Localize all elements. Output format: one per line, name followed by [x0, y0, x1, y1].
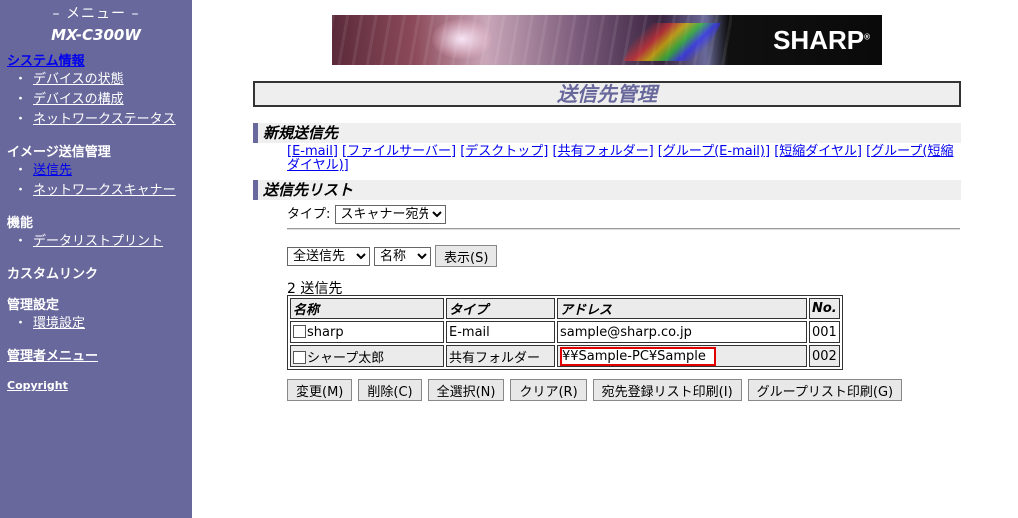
highlighted-address: ¥¥Sample-PC¥Sample: [560, 346, 716, 366]
section-heading-new-destination: 新規送信先: [253, 123, 961, 143]
select-all-button[interactable]: 全選択(N): [427, 379, 505, 401]
sidebar-link-copyright[interactable]: Copyright: [7, 379, 192, 392]
sidebar-item-device-status: ・デバイスの状態: [7, 70, 192, 90]
filter-select[interactable]: 全送信先: [287, 246, 370, 266]
row-checkbox[interactable]: [293, 350, 306, 364]
print-address-list-button[interactable]: 宛先登録リスト印刷(I): [592, 379, 742, 401]
divider: [287, 228, 960, 230]
table-row: シャープ太郎 共有フォルダー ¥¥Sample-PC¥Sample 002: [290, 345, 840, 367]
banner-flare: [432, 19, 492, 59]
column-header-address: アドレス: [557, 298, 807, 319]
sidebar-heading-custom-link: カスタムリンク: [7, 267, 99, 282]
sidebar-section-image-send: イメージ送信管理 ・送信先 ・ネットワークスキャナー: [0, 144, 192, 201]
sidebar-item-network-scanner: ・ネットワークスキャナー: [7, 181, 192, 201]
destination-table: 名称 タイプ アドレス No. sharp E-mail sample@shar…: [287, 295, 843, 370]
sidebar-item-environment: ・環境設定: [7, 314, 192, 334]
column-header-type: タイプ: [446, 298, 555, 319]
sidebar-link-device-status[interactable]: デバイスの状態: [33, 72, 124, 87]
sort-select[interactable]: 名称: [374, 246, 431, 266]
sidebar-item-data-list-print: ・データリストプリント: [7, 232, 192, 252]
table-header-row: 名称 タイプ アドレス No.: [290, 298, 840, 319]
sidebar-heading-image-send: イメージ送信管理: [7, 145, 111, 160]
table-row: sharp E-mail sample@sharp.co.jp 001: [290, 321, 840, 343]
sidebar: – メニュー – MX-C300W システム情報 ・デバイスの状態 ・デバイスの…: [0, 0, 192, 518]
sidebar-link-data-list-print[interactable]: データリストプリント: [33, 234, 163, 249]
sidebar-link-admin-menu[interactable]: 管理者メニュー: [7, 348, 192, 365]
show-button[interactable]: 表示(S): [435, 245, 498, 267]
change-button[interactable]: 変更(M): [287, 379, 353, 401]
sidebar-section-custom-link: カスタムリンク: [0, 266, 192, 283]
sidebar-link-device-config[interactable]: デバイスの構成: [33, 92, 124, 107]
sidebar-section-admin-menu: 管理者メニュー: [0, 348, 192, 365]
cell-type: E-mail: [446, 321, 555, 343]
brand-logo: SHARP®: [773, 25, 870, 56]
link-new-email[interactable]: [E-mail]: [287, 144, 338, 159]
link-new-group-email[interactable]: [グループ(E-mail)]: [658, 144, 770, 159]
sidebar-link-environment[interactable]: 環境設定: [33, 316, 85, 331]
row-name: sharp: [307, 324, 344, 340]
row-checkbox[interactable]: [293, 324, 306, 338]
registered-mark-icon: ®: [864, 32, 870, 42]
model-name: MX-C300W: [51, 26, 141, 44]
delete-button[interactable]: 削除(C): [358, 379, 422, 401]
cell-address: sample@sharp.co.jp: [557, 321, 807, 343]
page-title: 送信先管理: [557, 82, 657, 106]
sidebar-section-copyright: Copyright: [0, 379, 192, 392]
sidebar-link-system-info[interactable]: システム情報: [7, 53, 192, 70]
sidebar-item-destination: ・送信先: [7, 161, 192, 181]
bullet: ・: [14, 183, 28, 198]
link-new-file-server[interactable]: [ファイルサーバー]: [342, 144, 456, 159]
sidebar-section-function: 機能 ・データリストプリント: [0, 215, 192, 252]
bullet: ・: [14, 163, 28, 178]
sidebar-section-system: システム情報 ・デバイスの状態 ・デバイスの構成 ・ネットワークステータス: [0, 53, 192, 130]
row-name: シャープ太郎: [307, 350, 385, 366]
link-new-shared-folder[interactable]: [共有フォルダー]: [553, 144, 654, 159]
cell-name: sharp: [290, 321, 444, 343]
bullet: ・: [14, 72, 28, 87]
sidebar-item-device-config: ・デバイスの構成: [7, 90, 192, 110]
bullet: ・: [14, 234, 28, 249]
column-header-number: No.: [809, 298, 840, 319]
bullet: ・: [14, 112, 28, 127]
cell-name: シャープ太郎: [290, 345, 444, 367]
page-title-box: 送信先管理: [253, 81, 961, 107]
brand-logo-text: SHARP: [773, 25, 865, 55]
filter-row: 全送信先 名称 表示(S): [287, 245, 498, 267]
sidebar-heading-admin-settings: 管理設定: [7, 298, 60, 313]
type-label: タイプ:: [287, 207, 331, 222]
bullet: ・: [14, 92, 28, 107]
cell-number: 001: [809, 321, 840, 343]
type-select[interactable]: スキャナー宛先: [334, 205, 446, 224]
menu-title: – メニュー –: [52, 6, 140, 22]
sidebar-link-destination[interactable]: 送信先: [33, 163, 72, 178]
sidebar-link-network-status[interactable]: ネットワークステータス: [33, 112, 176, 127]
action-buttons: 変更(M) 削除(C) 全選択(N) クリア(R) 宛先登録リスト印刷(I) グ…: [287, 379, 903, 401]
cell-type: 共有フォルダー: [446, 345, 555, 367]
sidebar-item-network-status: ・ネットワークステータス: [7, 110, 192, 130]
column-header-name: 名称: [290, 298, 444, 319]
link-new-speed-dial[interactable]: [短縮ダイヤル]: [774, 144, 862, 159]
new-destination-links: [E-mail] [ファイルサーバー] [デスクトップ] [共有フォルダー] […: [287, 145, 963, 173]
sidebar-link-network-scanner[interactable]: ネットワークスキャナー: [33, 183, 176, 198]
bullet: ・: [14, 316, 28, 331]
header-banner: SHARP®: [332, 15, 882, 65]
section-heading-destination-list: 送信先リスト: [253, 180, 961, 200]
cell-address: ¥¥Sample-PC¥Sample: [557, 345, 807, 367]
sidebar-section-admin-settings: 管理設定 ・環境設定: [0, 297, 192, 334]
cell-number: 002: [809, 345, 840, 367]
type-row: タイプ: スキャナー宛先: [287, 203, 446, 224]
print-group-list-button[interactable]: グループリスト印刷(G): [747, 379, 903, 401]
link-new-desktop[interactable]: [デスクトップ]: [460, 144, 548, 159]
sidebar-heading-function: 機能: [7, 216, 34, 231]
clear-button[interactable]: クリア(R): [510, 379, 587, 401]
